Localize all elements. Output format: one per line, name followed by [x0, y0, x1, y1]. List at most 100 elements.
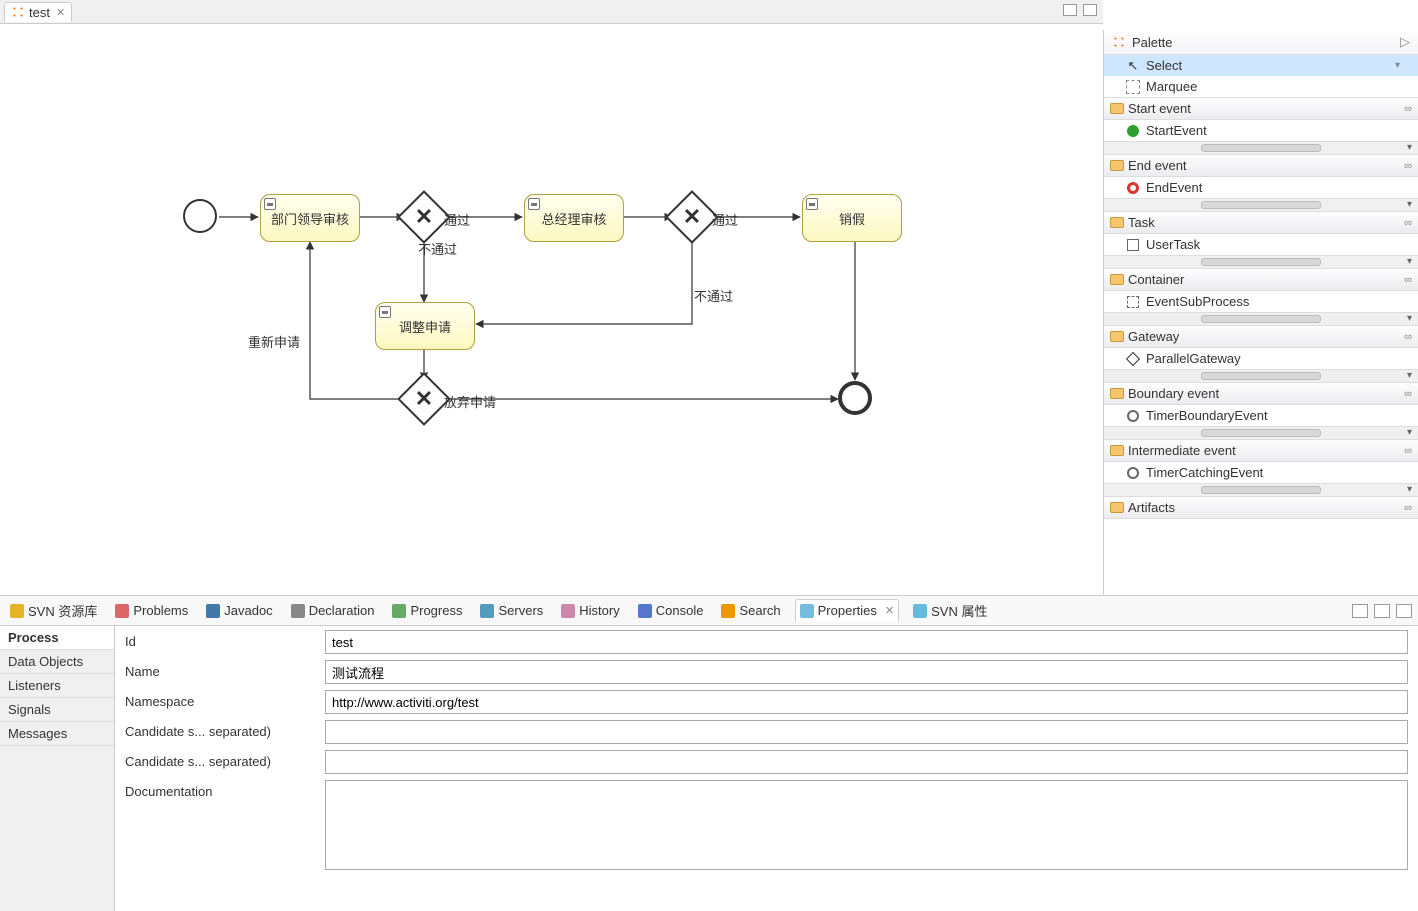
palette-tool-marquee[interactable]: Marquee: [1104, 76, 1418, 97]
palette-section-intermediate-event[interactable]: Intermediate event ∞: [1104, 439, 1418, 462]
maximize-button[interactable]: [1083, 4, 1097, 16]
field-label-candidate-starter: Candidate s... separated): [125, 720, 315, 744]
namespace-input[interactable]: [325, 690, 1408, 714]
task-cancel-leave[interactable]: 销假: [802, 194, 902, 242]
palette-item-endevent[interactable]: EndEvent: [1104, 177, 1418, 198]
minimize-button[interactable]: [1063, 4, 1077, 16]
name-input[interactable]: [325, 660, 1408, 684]
view-tab-label: SVN 属性: [931, 601, 987, 620]
palette-item-parallelgateway[interactable]: ParallelGateway: [1104, 348, 1418, 369]
palette-section-end-event[interactable]: End event∞: [1104, 154, 1418, 177]
maximize-view-button[interactable]: [1396, 604, 1412, 618]
palette-section-container[interactable]: Container ∞: [1104, 268, 1418, 291]
palette-title: Palette: [1132, 35, 1172, 50]
end-event-node[interactable]: [838, 381, 872, 415]
editor-tab-test[interactable]: test ✕: [4, 2, 72, 22]
view-tab-label: Properties: [818, 603, 877, 618]
chevron-down-icon: ▾: [1407, 484, 1412, 495]
start-event-node[interactable]: [183, 199, 217, 233]
candidate-starter-input[interactable]: [325, 720, 1408, 744]
properties-category-data-objects[interactable]: Data Objects: [0, 650, 114, 674]
palette-item-startevent[interactable]: StartEvent: [1104, 120, 1418, 141]
edge-label-fail-1: 不通过: [418, 239, 457, 258]
palette-tool-select[interactable]: ↖ Select ▾: [1104, 55, 1418, 76]
palette-section-start-event[interactable]: Start event ∞: [1104, 97, 1418, 120]
user-task-icon: [806, 198, 818, 210]
view-tab-problems[interactable]: Problems: [111, 599, 192, 622]
palette-section-scrollbar[interactable]: ▾: [1104, 141, 1418, 154]
pin-icon[interactable]: ∞: [1404, 274, 1410, 286]
section-title-label: Artifacts: [1128, 500, 1175, 515]
pin-icon[interactable]: ∞: [1404, 331, 1410, 343]
view-icon: [721, 604, 735, 618]
candidate-user-input[interactable]: [325, 750, 1408, 774]
palette-item-usertask[interactable]: UserTask: [1104, 234, 1418, 255]
view-tab-svn-属性[interactable]: SVN 属性: [909, 599, 991, 622]
palette-item-timerboundaryevent[interactable]: TimerBoundaryEvent: [1104, 405, 1418, 426]
pin-icon[interactable]: ∞: [1404, 103, 1410, 115]
palette-expand-icon[interactable]: ▷: [1400, 34, 1410, 50]
chevron-down-icon: ▾: [1407, 313, 1412, 324]
view-icon: [800, 604, 814, 618]
properties-category-listeners[interactable]: Listeners: [0, 674, 114, 698]
view-menu-button[interactable]: [1352, 604, 1368, 618]
task-dept-review[interactable]: 部门领导审核: [260, 194, 360, 242]
palette-section-scrollbar[interactable]: ▾: [1104, 198, 1418, 211]
gateway-1[interactable]: ✕: [405, 198, 443, 236]
task-adjust-request[interactable]: 调整申请: [375, 302, 475, 350]
pin-icon[interactable]: ∞: [1404, 160, 1410, 172]
view-tab-progress[interactable]: Progress: [388, 599, 466, 622]
view-tab-label: Declaration: [309, 603, 375, 618]
palette-section-artifacts[interactable]: Artifacts ∞: [1104, 496, 1418, 519]
view-tab-javadoc[interactable]: Javadoc: [202, 599, 276, 622]
documentation-textarea[interactable]: [325, 780, 1408, 870]
view-tab-console[interactable]: Console: [634, 599, 708, 622]
palette-section-scrollbar[interactable]: ▾: [1104, 483, 1418, 496]
folder-icon: [1110, 103, 1124, 114]
section-title-label: Container: [1128, 272, 1184, 287]
palette-section-scrollbar[interactable]: ▾: [1104, 312, 1418, 325]
palette-section-scrollbar[interactable]: ▾: [1104, 426, 1418, 439]
close-icon[interactable]: ✕: [56, 6, 65, 19]
properties-category-messages[interactable]: Messages: [0, 722, 114, 746]
palette-item-label: StartEvent: [1146, 123, 1207, 138]
properties-category-signals[interactable]: Signals: [0, 698, 114, 722]
gateway-2[interactable]: ✕: [673, 198, 711, 236]
section-title-label: Start event: [1128, 101, 1191, 116]
palette-section-boundary-event[interactable]: Boundary event∞: [1104, 382, 1418, 405]
pin-icon[interactable]: ∞: [1404, 445, 1410, 457]
task-gm-review[interactable]: 总经理审核: [524, 194, 624, 242]
view-tab-search[interactable]: Search: [717, 599, 784, 622]
palette-section-scrollbar[interactable]: ▾: [1104, 255, 1418, 268]
palette-section-scrollbar[interactable]: ▾: [1104, 369, 1418, 382]
section-title-label: Intermediate event: [1128, 443, 1236, 458]
palette-section-gateway[interactable]: Gateway∞: [1104, 325, 1418, 348]
properties-category-process[interactable]: Process: [0, 626, 114, 650]
minimize-view-button[interactable]: [1374, 604, 1390, 618]
palette-section-task[interactable]: Task∞: [1104, 211, 1418, 234]
pin-icon[interactable]: ∞: [1404, 388, 1410, 400]
palette-item-label: ParallelGateway: [1146, 351, 1241, 366]
view-tab-history[interactable]: History: [557, 599, 623, 622]
folder-icon: [1110, 217, 1124, 228]
editor-window-controls: [1063, 4, 1097, 16]
view-tab-properties[interactable]: Properties ✕: [795, 599, 899, 622]
pin-icon[interactable]: ∞: [1404, 217, 1410, 229]
view-tab-servers[interactable]: Servers: [476, 599, 547, 622]
palette-item-eventsubprocess[interactable]: EventSubProcess: [1104, 291, 1418, 312]
palette-item-label: TimerBoundaryEvent: [1146, 408, 1268, 423]
folder-icon: [1110, 502, 1124, 513]
view-tab-declaration[interactable]: Declaration: [287, 599, 379, 622]
pin-icon[interactable]: ∞: [1404, 502, 1410, 514]
view-tab-label: Servers: [498, 603, 543, 618]
view-icon: [291, 604, 305, 618]
id-input[interactable]: [325, 630, 1408, 654]
palette-item-label: EndEvent: [1146, 180, 1202, 195]
view-tab-svn-资源库[interactable]: SVN 资源库: [6, 599, 101, 622]
field-label-candidate-user: Candidate s... separated): [125, 750, 315, 774]
close-icon[interactable]: ✕: [885, 604, 894, 617]
diagram-canvas[interactable]: 部门领导审核 ✕ 总经理审核 ✕ 销假 调整申请 ✕ 通过 不通过 通过 不通过…: [0, 24, 1103, 595]
edge-label-fail-2: 不通过: [694, 286, 733, 305]
palette-item-timercatchingevent[interactable]: TimerCatchingEvent: [1104, 462, 1418, 483]
gateway-3[interactable]: ✕: [405, 380, 443, 418]
